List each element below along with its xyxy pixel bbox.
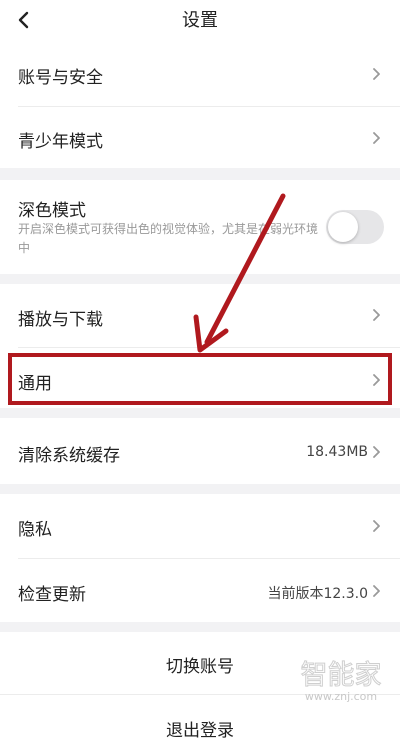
row-general[interactable]: 通用 bbox=[0, 354, 400, 406]
settings-group-playback: 播放与下载 通用 bbox=[0, 284, 400, 408]
row-label: 青少年模式 bbox=[18, 132, 103, 152]
chevron-right-icon bbox=[373, 309, 380, 321]
top-nav-bar: 设置 bbox=[0, 0, 400, 42]
logout-button[interactable]: 退出登录 bbox=[0, 695, 400, 746]
row-teen-mode[interactable]: 青少年模式 bbox=[0, 107, 400, 168]
chevron-right-icon bbox=[373, 374, 380, 386]
logout-label: 退出登录 bbox=[166, 721, 234, 741]
divider bbox=[18, 347, 400, 348]
chevron-right-icon bbox=[373, 68, 380, 80]
row-label: 通用 bbox=[18, 374, 52, 394]
settings-group-privacy: 隐私 检查更新 当前版本12.3.0 bbox=[0, 494, 400, 622]
row-label: 隐私 bbox=[18, 520, 52, 540]
row-account-security[interactable]: 账号与安全 bbox=[0, 42, 400, 106]
switch-account-button[interactable]: 切换账号 bbox=[0, 632, 400, 694]
row-label: 清除系统缓存 bbox=[18, 446, 120, 466]
settings-group-cache: 清除系统缓存 18.43MB bbox=[0, 418, 400, 484]
row-check-update[interactable]: 检查更新 当前版本12.3.0 bbox=[0, 559, 400, 622]
current-version-value: 当前版本12.3.0 bbox=[267, 586, 368, 602]
dark-mode-toggle[interactable] bbox=[326, 210, 384, 244]
chevron-right-icon bbox=[373, 520, 380, 532]
page-title: 设置 bbox=[182, 10, 218, 31]
row-label: 账号与安全 bbox=[18, 68, 103, 88]
dark-mode-description: 开启深色模式可获得出色的视觉体验，尤其是在弱光环境中 bbox=[18, 222, 319, 255]
row-privacy[interactable]: 隐私 bbox=[0, 494, 400, 558]
row-playback-download[interactable]: 播放与下载 bbox=[0, 284, 400, 347]
toggle-knob bbox=[328, 212, 358, 242]
cache-size-value: 18.43MB bbox=[306, 444, 368, 460]
row-label: 检查更新 bbox=[18, 585, 86, 605]
chevron-right-icon bbox=[373, 585, 380, 597]
dark-mode-label: 深色模式 bbox=[18, 201, 86, 221]
row-clear-cache[interactable]: 清除系统缓存 18.43MB bbox=[0, 418, 400, 484]
settings-group-account: 账号与安全 青少年模式 bbox=[0, 42, 400, 168]
chevron-right-icon bbox=[373, 132, 380, 144]
chevron-right-icon bbox=[373, 446, 380, 458]
settings-group-session: 切换账号 退出登录 bbox=[0, 632, 400, 746]
switch-account-label: 切换账号 bbox=[166, 657, 234, 677]
row-label: 播放与下载 bbox=[18, 310, 103, 330]
